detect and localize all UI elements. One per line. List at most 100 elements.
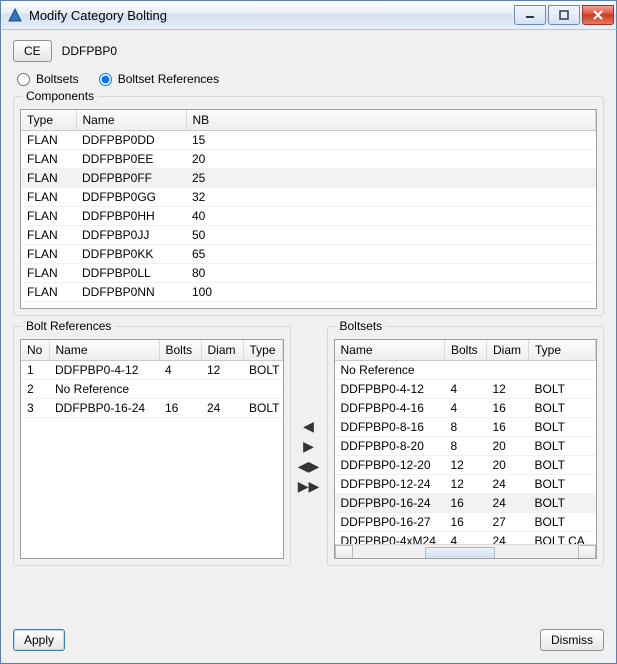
table-cell: FLAN [21, 264, 76, 283]
boltrefs-col-no[interactable]: No [21, 340, 49, 361]
table-cell: DDFPBP0GG [76, 188, 186, 207]
components-col-name[interactable]: Name [76, 110, 186, 131]
boltsets-col-name[interactable]: Name [335, 340, 445, 361]
maximize-button[interactable] [548, 5, 580, 25]
table-cell: BOLT [529, 418, 596, 437]
table-row[interactable]: DDFPBP0-16-271627BOLT [335, 513, 596, 532]
table-row[interactable]: 2No Reference [21, 380, 282, 399]
table-cell: DDFPBP0JJ [76, 226, 186, 245]
table-cell: 100 [186, 283, 596, 302]
table-cell: 65 [186, 245, 596, 264]
table-cell: 4 [445, 380, 487, 399]
table-row[interactable]: DDFPBP0-16-241624BOLT [335, 494, 596, 513]
table-row[interactable]: FLANDDFPBP0DD15 [21, 131, 596, 150]
components-col-nb[interactable]: NB [186, 110, 596, 131]
apply-button[interactable]: Apply [13, 629, 65, 651]
table-row[interactable]: FLANDDFPBP0FF25 [21, 169, 596, 188]
table-cell: DDFPBP0LL [76, 264, 186, 283]
move-left-right-icon[interactable]: ◀▶ [298, 459, 320, 473]
boltsets-scroll[interactable]: Name Bolts Diam Type No ReferenceDDFPBP0… [335, 340, 597, 544]
table-cell: 25 [186, 169, 596, 188]
table-row[interactable]: DDFPBP0-4xM24424BOLT CA [335, 532, 596, 545]
table-cell: FLAN [21, 207, 76, 226]
table-cell: DDFPBP0-12-20 [335, 456, 445, 475]
transfer-buttons: ◀ ▶ ◀▶ ▶▶ [297, 326, 321, 566]
table-row[interactable]: FLANDDFPBP0HH40 [21, 207, 596, 226]
boltsets-group: Boltsets Name Bolts Diam Type No Referen… [327, 326, 605, 566]
table-cell: 16 [487, 418, 529, 437]
table-cell: 4 [445, 399, 487, 418]
table-cell: 16 [159, 399, 201, 418]
close-button[interactable] [582, 5, 614, 25]
table-cell: 32 [186, 188, 596, 207]
table-cell: 2 [21, 380, 49, 399]
table-row[interactable]: FLANDDFPBP0GG32 [21, 188, 596, 207]
ce-button[interactable]: CE [13, 40, 52, 62]
radio-boltsets-input[interactable] [17, 73, 30, 86]
table-cell: DDFPBP0EE [76, 150, 186, 169]
radio-boltset-references[interactable]: Boltset References [99, 72, 219, 86]
radio-boltset-references-input[interactable] [99, 73, 112, 86]
components-table[interactable]: Type Name NB FLANDDFPBP0DD15FLANDDFPBP0E… [21, 110, 596, 302]
table-row[interactable]: DDFPBP0-8-20820BOLT [335, 437, 596, 456]
move-right-one-icon[interactable]: ▶ [303, 439, 314, 453]
move-left-one-icon[interactable]: ◀ [303, 419, 314, 433]
table-cell: DDFPBP0-16-24 [49, 399, 159, 418]
boltrefs-col-name[interactable]: Name [49, 340, 159, 361]
dismiss-button[interactable]: Dismiss [540, 629, 604, 651]
table-cell: FLAN [21, 150, 76, 169]
table-cell: DDFPBP0FF [76, 169, 186, 188]
table-cell: 20 [487, 437, 529, 456]
table-cell: 4 [159, 361, 201, 380]
radio-boltsets[interactable]: Boltsets [17, 72, 79, 86]
table-cell: BOLT CA [529, 532, 596, 545]
table-cell: BOLT [243, 399, 282, 418]
table-cell: DDFPBP0-4-16 [335, 399, 445, 418]
radio-boltset-references-label: Boltset References [118, 72, 219, 86]
table-cell: 12 [445, 475, 487, 494]
boltrefs-col-bolts[interactable]: Bolts [159, 340, 201, 361]
boltsets-col-type[interactable]: Type [529, 340, 596, 361]
table-row[interactable]: DDFPBP0-4-16416BOLT [335, 399, 596, 418]
table-cell: BOLT [529, 513, 596, 532]
table-row[interactable]: FLANDDFPBP0KK65 [21, 245, 596, 264]
bolt-references-scroll[interactable]: No Name Bolts Diam Type 1DDFPBP0-4-12412… [21, 340, 283, 558]
table-row[interactable]: FLANDDFPBP0LL80 [21, 264, 596, 283]
table-cell: DDFPBP0-4-12 [49, 361, 159, 380]
boltrefs-col-diam[interactable]: Diam [201, 340, 243, 361]
table-cell: DDFPBP0DD [76, 131, 186, 150]
table-cell: 80 [186, 264, 596, 283]
table-row[interactable]: DDFPBP0-4-12412BOLT [335, 380, 596, 399]
table-cell: DDFPBP0-8-20 [335, 437, 445, 456]
table-cell: BOLT [529, 494, 596, 513]
table-cell [201, 380, 243, 399]
boltsets-table[interactable]: Name Bolts Diam Type No ReferenceDDFPBP0… [335, 340, 597, 544]
table-row[interactable]: DDFPBP0-12-201220BOLT [335, 456, 596, 475]
components-col-type[interactable]: Type [21, 110, 76, 131]
table-cell: DDFPBP0KK [76, 245, 186, 264]
reference-name: DDFPBP0 [62, 44, 117, 58]
boltsets-col-bolts[interactable]: Bolts [445, 340, 487, 361]
table-row[interactable]: No Reference [335, 361, 596, 380]
table-row[interactable]: FLANDDFPBP0JJ50 [21, 226, 596, 245]
minimize-button[interactable] [514, 5, 546, 25]
table-row[interactable]: FLANDDFPBP0EE20 [21, 150, 596, 169]
table-row[interactable]: FLANDDFPBP0NN100 [21, 283, 596, 302]
boltsets-horizontal-scrollbar[interactable] [335, 544, 597, 559]
app-icon [7, 7, 23, 23]
table-cell [529, 361, 596, 380]
table-cell: BOLT [529, 456, 596, 475]
table-cell: 50 [186, 226, 596, 245]
boltsets-col-diam[interactable]: Diam [487, 340, 529, 361]
move-right-all-icon[interactable]: ▶▶ [298, 479, 320, 493]
table-cell: 16 [445, 513, 487, 532]
table-row[interactable]: 3DDFPBP0-16-241624BOLT [21, 399, 282, 418]
table-cell [159, 380, 201, 399]
table-row[interactable]: DDFPBP0-8-16816BOLT [335, 418, 596, 437]
bolt-references-legend: Bolt References [22, 319, 115, 333]
table-row[interactable]: 1DDFPBP0-4-12412BOLT [21, 361, 282, 380]
bolt-references-table[interactable]: No Name Bolts Diam Type 1DDFPBP0-4-12412… [21, 340, 283, 418]
boltrefs-col-type[interactable]: Type [243, 340, 282, 361]
components-scroll[interactable]: Type Name NB FLANDDFPBP0DD15FLANDDFPBP0E… [21, 110, 596, 308]
table-row[interactable]: DDFPBP0-12-241224BOLT [335, 475, 596, 494]
